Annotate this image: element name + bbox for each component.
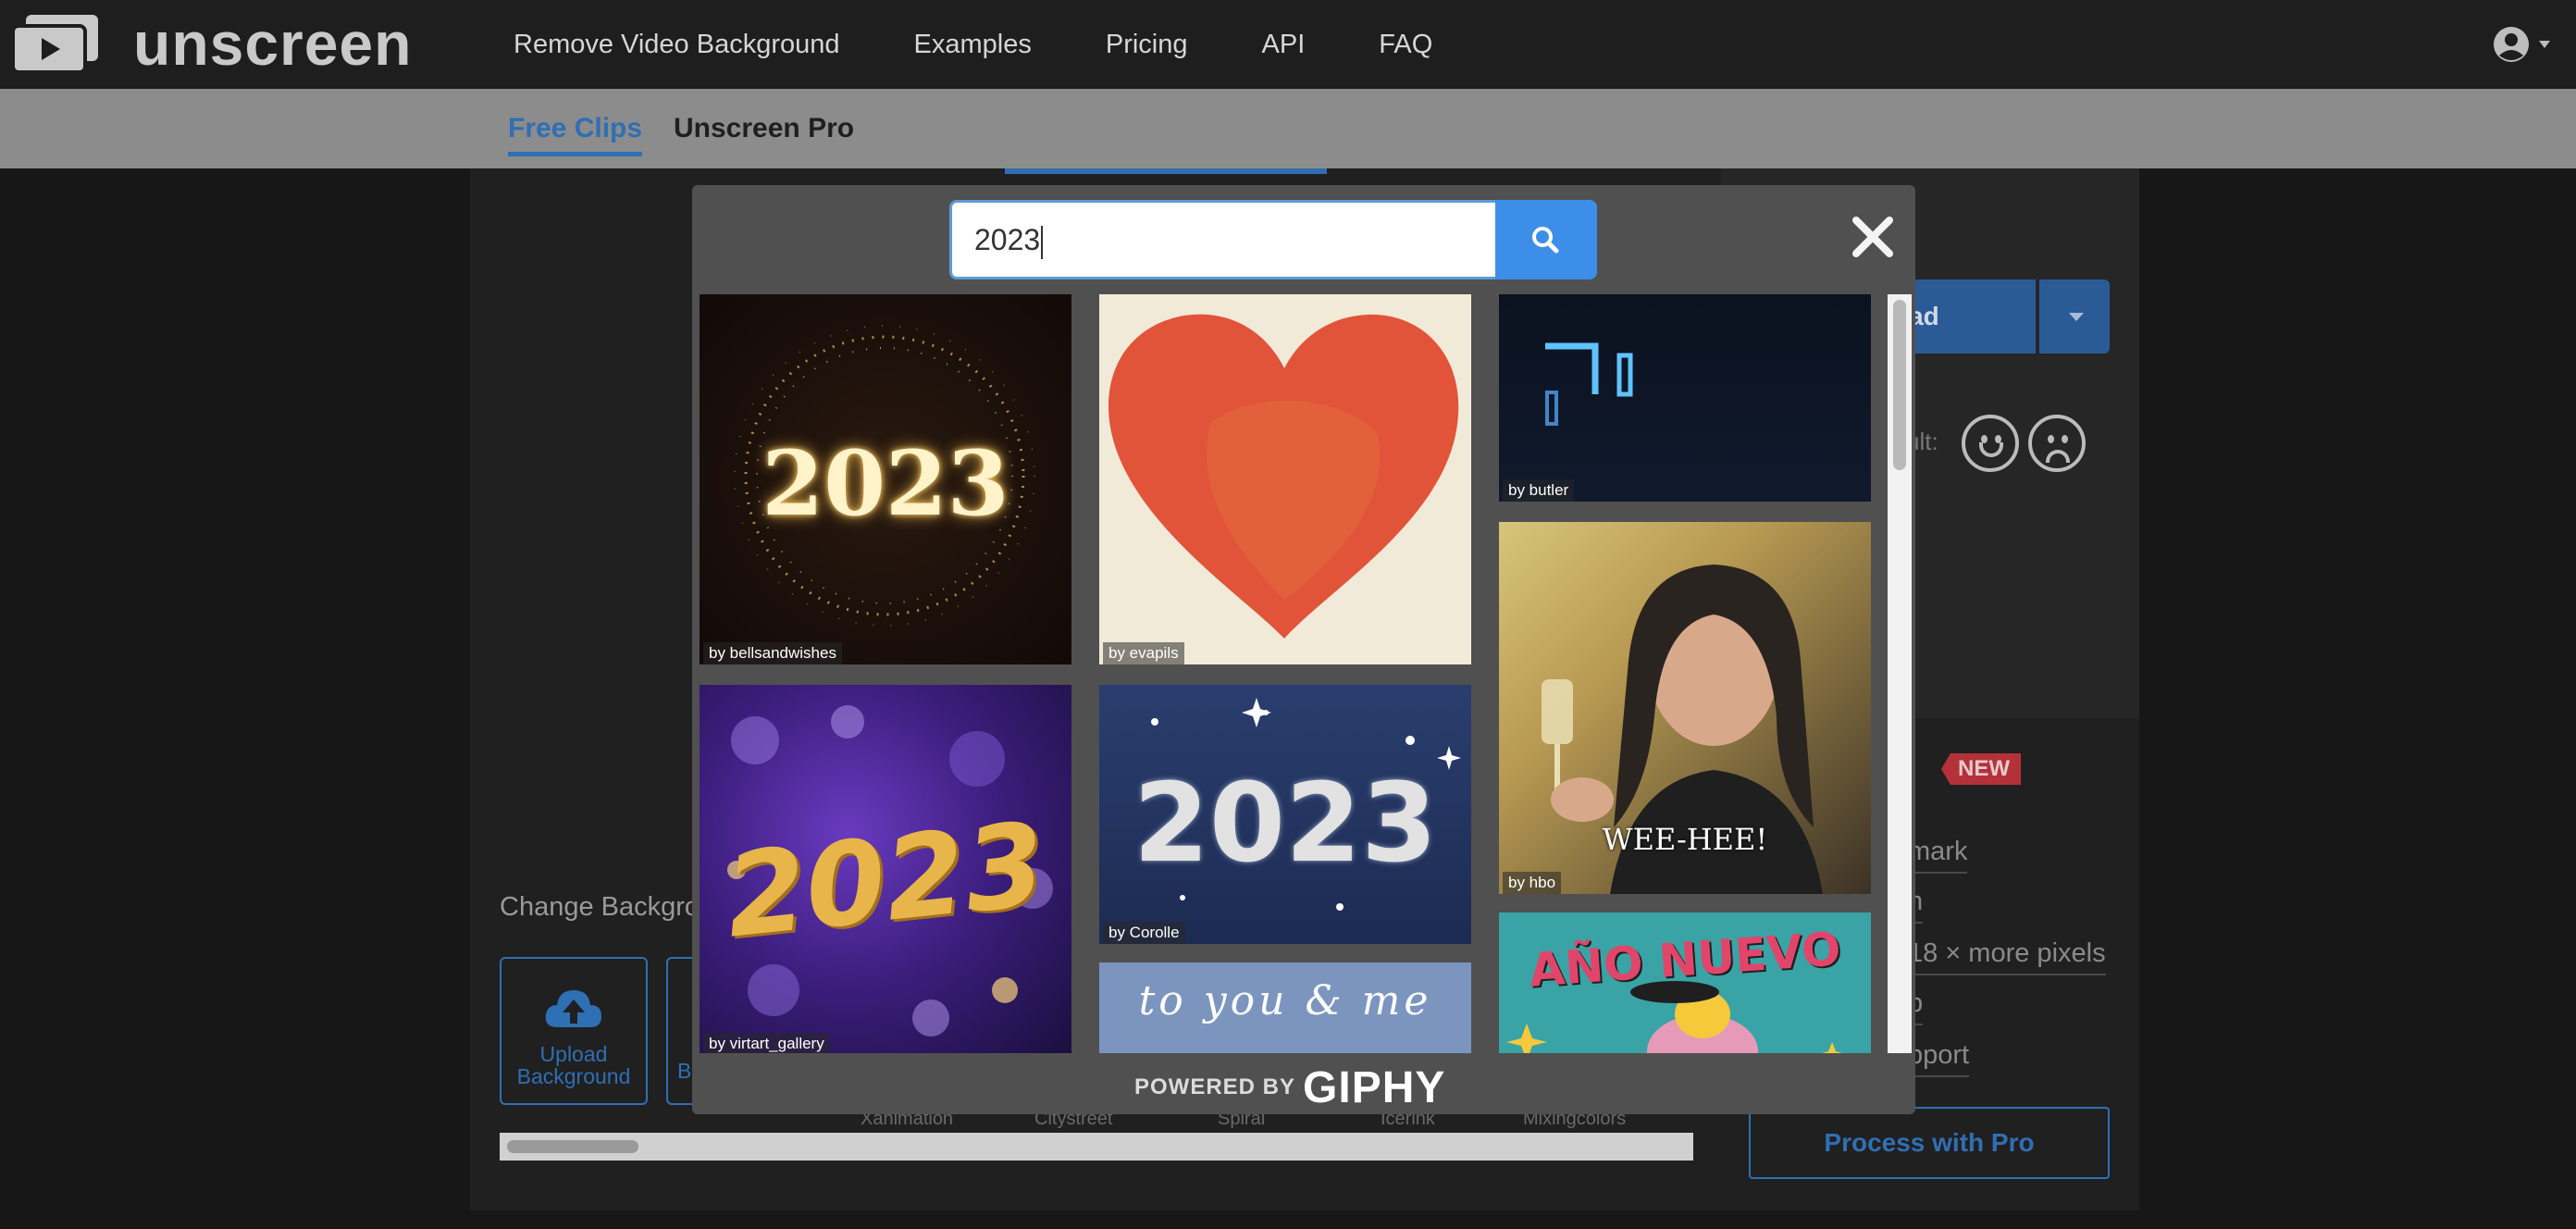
gif-result[interactable]: by butler [1499,294,1871,502]
top-nav: unscreen Remove Video Background Example… [0,0,2576,89]
sub-nav: Free Clips Unscreen Pro [0,89,2576,168]
nav-pricing[interactable]: Pricing [1106,30,1188,60]
nav-remove-video-background[interactable]: Remove Video Background [514,30,840,60]
giphy-logo: GIPHY [1303,1062,1446,1112]
backgrounds-horizontal-scrollbar[interactable] [500,1133,1693,1161]
tab-free-clips[interactable]: Free Clips [508,113,643,156]
pro-feature-watermark: mark [1908,837,1968,874]
pro-feature-support: pport [1908,1040,1970,1077]
gif-credit: by Corolle [1103,922,1185,944]
gif-result[interactable]: AÑO NUEVO [1499,912,1871,1053]
gif-credit: by hbo [1503,872,1562,894]
gif-credit: by virtart_gallery [703,1033,830,1053]
gif-credit: by butler [1503,479,1575,502]
nav-examples[interactable]: Examples [914,30,1032,60]
gif-results-grid: 2023 by bellsandwishes by evapils by but… [692,292,1902,1053]
heart-image [1108,314,1459,639]
text-caret [1041,225,1044,259]
search-icon [1532,227,1559,254]
gif-result[interactable]: to you & me [1099,962,1471,1053]
pro-feature-pixels: 18 × more pixels [1908,938,2106,975]
close-icon[interactable] [1849,213,1897,261]
powered-by-giphy: POWERED BY GIPHY [1134,1062,1446,1112]
powered-by-label: POWERED BY [1134,1074,1296,1099]
scrollbar-thumb[interactable] [1893,300,1906,470]
main-nav: Remove Video Background Examples Pricing… [514,0,1506,89]
download-options-dropdown[interactable] [2039,279,2110,354]
logo[interactable]: unscreen [13,9,413,78]
gif-overlay-text: 2023 [762,431,1009,536]
neon-shape-image [1545,342,1633,426]
process-with-pro-button[interactable]: Process with Pro [1749,1107,2110,1179]
results-vertical-scrollbar[interactable] [1888,294,1912,1053]
new-badge: NEW [1941,753,2021,785]
gif-overlay-text: to you & me [1138,977,1432,1024]
gif-result[interactable]: WEE-HEE! by hbo [1499,522,1871,894]
search-button[interactable] [1495,200,1597,279]
tab-unscreen-pro[interactable]: Unscreen Pro [674,113,854,144]
gif-search-input[interactable]: 2023 [949,200,1495,279]
cloud-upload-icon [545,990,601,1027]
change-background-heading: Change Backgro [500,892,700,922]
gif-overlay-text: 2023 [1133,759,1438,887]
background-option-tile[interactable]: B [666,957,694,1105]
scrollbar-thumb[interactable] [507,1140,638,1153]
gif-result[interactable]: by evapils [1099,294,1471,664]
nav-api[interactable]: API [1262,30,1306,60]
upload-background-button[interactable]: Upload Background [500,957,648,1105]
upload-background-label: Upload Background [516,1042,631,1088]
editor-tab-indicator [1005,168,1327,174]
gif-result[interactable]: 2023 by Corolle [1099,685,1471,944]
gif-credit: by bellsandwishes [703,642,842,664]
sad-face-icon[interactable] [2028,415,2086,472]
gif-overlay-text: WEE-HEE! [1602,822,1768,857]
gif-result[interactable]: 2023 by virtart_gallery [700,685,1071,1053]
gif-result[interactable]: 2023 by bellsandwishes [700,294,1071,664]
nav-faq[interactable]: FAQ [1379,30,1432,60]
gif-credit: by evapils [1103,642,1184,664]
logo-play-icon [13,15,98,72]
giphy-search-modal: 2023 2023 by bellsandwishes by evapils b… [692,185,1915,1114]
happy-face-icon[interactable] [1962,415,2019,472]
search-input-value: 2023 [974,223,1041,256]
brand-name: unscreen [133,9,413,78]
account-menu-icon[interactable] [2491,24,2556,65]
